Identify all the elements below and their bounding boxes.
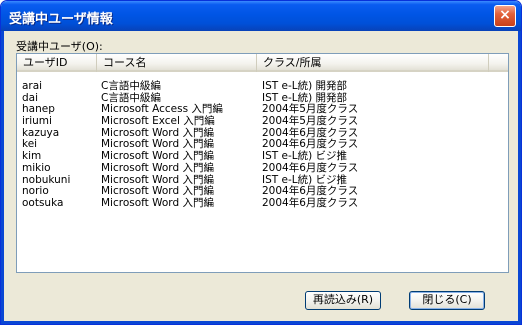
list-rows: arai C言語中級編 IST e-L統) 開発部 dai C言語中級編 IST e-L統… (17, 81, 508, 210)
window-border-right (518, 31, 521, 324)
close-button[interactable]: 閉じる(C) (409, 291, 485, 310)
title-bar[interactable]: 受講中ユーザ情報 × (1, 1, 521, 31)
cell-user-id: kim (22, 150, 42, 163)
cell-course: Microsoft Word 入門編 (101, 196, 214, 209)
cell-user-id: iriumi (22, 115, 52, 128)
cell-course: Microsoft Word 入門編 (101, 150, 214, 163)
user-list-label: 受講中ユーザ(O): (16, 40, 103, 53)
cell-user-id: kei (22, 138, 38, 151)
table-row[interactable]: iriumi Microsoft Excel 入門編 2004年5月度クラス (17, 116, 508, 128)
cell-user-id: norio (22, 185, 49, 198)
close-window-button[interactable]: × (494, 5, 516, 27)
cell-user-id: arai (22, 80, 43, 92)
cell-class: 2004年6月度クラス (262, 196, 359, 209)
cell-class: 2004年5月度クラス (262, 115, 359, 128)
dialog-window: 受講中ユーザ情報 × 受講中ユーザ(O): ユーザID コース名 クラス/所属 … (0, 0, 522, 325)
cell-course: Microsoft Excel 入門編 (101, 115, 215, 128)
column-header-course[interactable]: コース名 (97, 54, 257, 72)
cell-class: 2004年6月度クラス (262, 161, 359, 174)
window-border-left (1, 31, 4, 324)
table-row[interactable]: mikio Microsoft Word 入門編 2004年6月度クラス (17, 161, 508, 175)
cell-class: 2004年5月度クラス (262, 103, 359, 116)
cell-user-id: hanep (22, 103, 55, 116)
reload-button[interactable]: 再読込み(R) (305, 291, 381, 310)
column-header-filler (489, 54, 508, 72)
cell-course: Microsoft Word 入門編 (101, 173, 214, 186)
cell-user-id: nobukuni (22, 173, 71, 186)
column-header-user-id[interactable]: ユーザID (17, 54, 97, 72)
cell-course: Microsoft Word 入門編 (101, 185, 214, 198)
cell-class: IST e-L統) ビジ推 (262, 173, 348, 186)
list-header: ユーザID コース名 クラス/所属 (17, 54, 508, 72)
cell-class: 2004年6月度クラス (262, 185, 359, 198)
cell-user-id: kazuya (22, 126, 60, 139)
cell-user-id: dai (22, 91, 39, 104)
cell-user-id: mikio (22, 161, 51, 174)
cell-class: IST e-L統) ビジ推 (262, 150, 348, 163)
window-title: 受講中ユーザ情報 (9, 12, 113, 27)
user-list-view[interactable]: ユーザID コース名 クラス/所属 arai C言語中級編 IST e-L統) 開発… (16, 53, 509, 273)
cell-user-id: ootsuka (22, 196, 64, 209)
cell-course: C言語中級編 (101, 80, 161, 92)
table-row[interactable]: arai C言語中級編 IST e-L統) 開発部 (17, 81, 508, 93)
cell-course: Microsoft Word 入門編 (101, 161, 214, 174)
table-row[interactable]: ootsuka Microsoft Word 入門編 2004年6月度クラス (17, 196, 508, 210)
window-border-bottom (1, 321, 521, 324)
cell-class: 2004年6月度クラス (262, 138, 359, 151)
cell-course: Microsoft Word 入門編 (101, 138, 214, 151)
cell-class: IST e-L統) 開発部 (262, 80, 348, 92)
column-header-class[interactable]: クラス/所属 (257, 54, 489, 72)
cell-course: Microsoft Access 入門編 (101, 103, 223, 116)
